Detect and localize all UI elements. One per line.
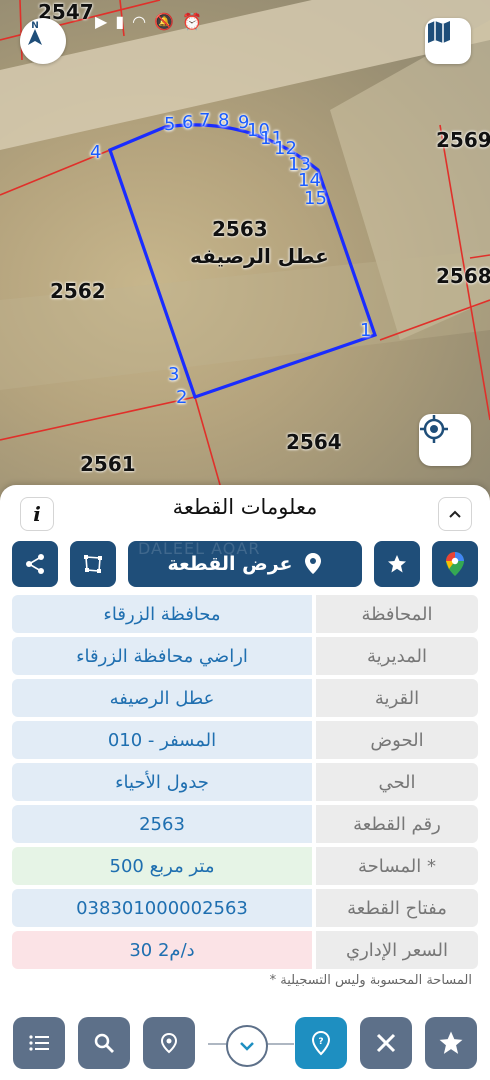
vertex-label: 1 xyxy=(360,320,372,341)
favorites-button[interactable] xyxy=(425,1017,477,1069)
vertex-label: 7 xyxy=(199,110,211,131)
row-label: رقم القطعة xyxy=(316,805,478,843)
row-value: عطل الرصيفه xyxy=(12,679,312,717)
show-parcel-button[interactable]: DALEEL AQAR عرض القطعة xyxy=(128,539,362,587)
plot-number: 2569 xyxy=(436,128,490,152)
share-button[interactable] xyxy=(12,541,58,587)
share-icon xyxy=(26,554,44,574)
tools-icon xyxy=(376,1033,396,1053)
row-value: المسفر - 010 xyxy=(12,721,312,759)
watermark: DALEEL AQAR xyxy=(138,539,261,558)
google-maps-icon xyxy=(446,552,464,576)
parcel-info-panel: i معلومات القطعة DALEEL AQAR عرض القطعة xyxy=(0,485,490,1080)
row-label: المساحة * xyxy=(316,847,478,885)
location-target-icon xyxy=(160,1032,178,1054)
row-label: المديرية xyxy=(316,637,478,675)
plot-number: 2568 xyxy=(436,264,490,288)
compass-button[interactable]: N xyxy=(20,18,66,64)
star-icon xyxy=(439,1031,463,1054)
plot-number: 2562 xyxy=(50,279,106,303)
row-label: الحوض xyxy=(316,721,478,759)
map-layers-button[interactable] xyxy=(425,18,471,64)
search-icon xyxy=(94,1033,114,1053)
detail-row: 038301000002563 مفتاح القطعة xyxy=(12,889,478,927)
row-label: السعر الإداري xyxy=(316,931,478,969)
vertex-label: 4 xyxy=(90,142,102,163)
list-icon xyxy=(29,1035,49,1051)
plot-number: 2564 xyxy=(286,430,342,454)
tools-button[interactable] xyxy=(360,1017,412,1069)
compass-icon: N xyxy=(28,21,42,45)
detail-row: جدول الأحياء الحي xyxy=(12,763,478,801)
detail-row: اراضي محافظة الزرقاء المديرية xyxy=(12,637,478,675)
row-value: 30 د/م2 xyxy=(12,931,312,969)
satellite-map[interactable]: 2 5 4 7 2569 2568 2563 عطل الرصيفه 2562 256… xyxy=(0,0,490,520)
row-label: القرية xyxy=(316,679,478,717)
selected-village-label: عطل الرصيفه xyxy=(190,244,329,268)
row-value: 2563 xyxy=(12,805,312,843)
parcel-location-button[interactable]: ? xyxy=(295,1017,347,1069)
crosshair-icon xyxy=(420,415,448,443)
plot-number: 2561 xyxy=(80,452,136,476)
detail-row: المسفر - 010 الحوض xyxy=(12,721,478,759)
vertex-label: 3 xyxy=(168,364,180,385)
panel-title: معلومات القطعة xyxy=(172,495,318,519)
detail-row: محافظة الزرقاء المحافظة xyxy=(12,595,478,633)
alarm-icon: ⏰ xyxy=(182,12,202,31)
google-maps-button[interactable] xyxy=(432,541,478,587)
detail-row: 500 متر مربع المساحة * xyxy=(12,847,478,885)
favorite-button[interactable] xyxy=(374,541,420,587)
divider xyxy=(266,1043,294,1045)
signal-icon: ▮ xyxy=(115,12,125,31)
vertex-label: 8 xyxy=(218,110,230,131)
chevron-up-icon xyxy=(449,510,461,518)
list-button[interactable] xyxy=(13,1017,65,1069)
vertex-label: 6 xyxy=(182,112,194,133)
detail-row: عطل الرصيفه القرية xyxy=(12,679,478,717)
star-icon xyxy=(388,555,406,573)
detail-row: 2563 رقم القطعة xyxy=(12,805,478,843)
row-value: 500 متر مربع xyxy=(12,847,312,885)
row-label: مفتاح القطعة xyxy=(316,889,478,927)
vertex-label: 15 xyxy=(304,188,327,209)
locate-me-button[interactable] xyxy=(419,414,471,466)
map-icon xyxy=(428,21,450,43)
search-button[interactable] xyxy=(78,1017,130,1069)
row-value: جدول الأحياء xyxy=(12,763,312,801)
mute-icon: 🔕 xyxy=(154,12,175,31)
location-pin-icon xyxy=(304,553,321,574)
vertex-label: 5 xyxy=(164,114,176,135)
nearby-button[interactable] xyxy=(143,1017,195,1069)
row-value: 038301000002563 xyxy=(12,889,312,927)
polygon-icon xyxy=(84,555,102,573)
draw-polygon-button[interactable] xyxy=(70,541,116,587)
area-footnote: * المساحة المحسوبة وليس التسجيلية xyxy=(269,973,472,988)
row-value: اراضي محافظة الزرقاء xyxy=(12,637,312,675)
row-label: الحي xyxy=(316,763,478,801)
selected-plot-number: 2563 xyxy=(212,217,268,241)
detail-row: 30 د/م2 السعر الإداري xyxy=(12,931,478,969)
parcel-details-table: محافظة الزرقاء المحافظة اراضي محافظة الزر… xyxy=(12,595,478,973)
wifi-icon: ◠ xyxy=(132,12,147,31)
expand-toggle-button[interactable] xyxy=(226,1025,268,1067)
svg-text:?: ? xyxy=(318,1037,323,1047)
row-value: محافظة الزرقاء xyxy=(12,595,312,633)
arrow-icon: ▶ xyxy=(95,12,108,31)
chevron-down-icon xyxy=(240,1042,254,1051)
bottom-toolbar: ? xyxy=(0,1003,490,1080)
status-bar: ▶ ▮ ◠ 🔕 ⏰ xyxy=(95,12,202,31)
row-label: المحافظة xyxy=(316,595,478,633)
collapse-panel-button[interactable] xyxy=(438,497,472,531)
vertex-label: 2 xyxy=(176,387,188,408)
location-pin-icon: ? xyxy=(311,1030,331,1056)
